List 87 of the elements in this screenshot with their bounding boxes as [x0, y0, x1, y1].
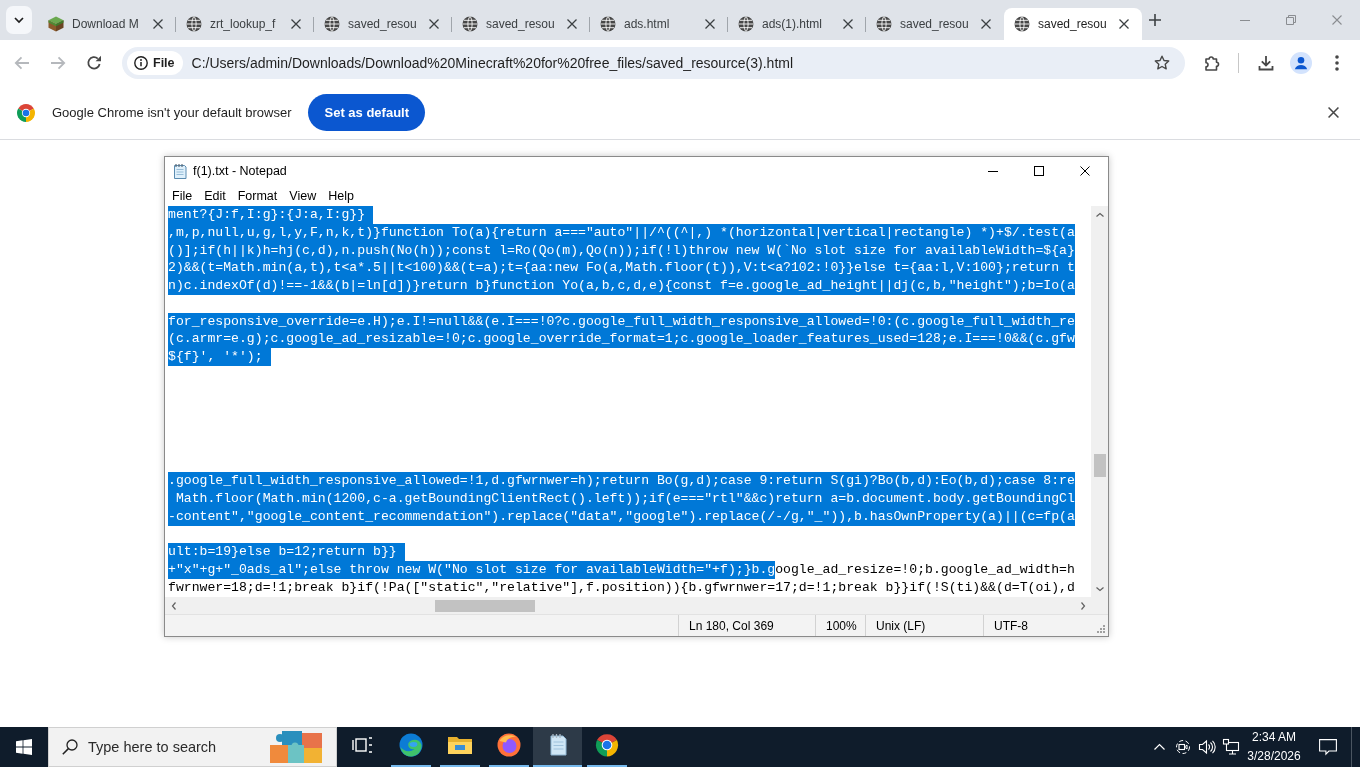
- clock-time[interactable]: 2:34 AM: [1252, 728, 1296, 747]
- close-icon[interactable]: [291, 19, 301, 29]
- globe-icon: [600, 16, 616, 32]
- status-text: Ln 180, Col 369: [689, 618, 774, 633]
- swirl-logo-icon: [398, 733, 423, 757]
- globe-icon: [1014, 16, 1030, 32]
- folder-icon: [447, 735, 472, 755]
- menu-item[interactable]: File: [166, 186, 199, 205]
- search-box[interactable]: Type here to search: [48, 727, 337, 767]
- browser-tab[interactable]: ads(1).html: [728, 8, 866, 40]
- fox-logo-icon: [496, 733, 521, 757]
- cube-icon: [48, 16, 64, 32]
- menu-item[interactable]: View: [283, 186, 323, 205]
- address-bar[interactable]: File C:/Users/admin/Downloads/Download%20Minecraft%20for%20free_files/saved_resource(3).html: [122, 47, 1185, 79]
- menu-item[interactable]: Edit: [198, 186, 232, 205]
- star-icon[interactable]: [1154, 55, 1170, 71]
- close-icon[interactable]: [1119, 19, 1129, 29]
- menu-item[interactable]: Help: [322, 186, 360, 205]
- browser-tab[interactable]: ads.html: [590, 8, 728, 40]
- vertical-scrollbar[interactable]: [1091, 206, 1108, 597]
- notebook-icon: [172, 163, 188, 179]
- search-icon: [62, 739, 78, 755]
- close-icon[interactable]: [1080, 166, 1090, 176]
- url-text: C:/Users/admin/Downloads/Download%20Minecraft%20for%20free_files/saved_resource(3).html: [191, 55, 795, 71]
- chevron-down-icon: [14, 17, 24, 23]
- tab-search-button[interactable]: [6, 6, 32, 34]
- scroll-thumb[interactable]: [1093, 454, 1106, 477]
- status-text: Unix (LF): [876, 618, 926, 633]
- globe-icon: [876, 16, 892, 32]
- caret-up-icon[interactable]: [1095, 212, 1104, 217]
- camera-icon[interactable]: [1176, 739, 1190, 755]
- set-default-button[interactable]: Set as default: [308, 94, 425, 131]
- code-line: ${f}', '*');: [168, 348, 271, 366]
- globe-icon: [738, 16, 754, 32]
- horizontal-scrollbar[interactable]: [165, 597, 1091, 614]
- notification-icon[interactable]: [1319, 739, 1337, 755]
- caret-left-icon[interactable]: [171, 601, 176, 610]
- site-info-button[interactable]: File: [127, 51, 183, 75]
- browser-tab[interactable]: zrt_lookup_f: [176, 8, 314, 40]
- window-title: f(1).txt - Notepad: [193, 164, 288, 178]
- menu-icon[interactable]: [1335, 55, 1339, 71]
- globe-icon: [186, 16, 202, 32]
- caret-down-icon[interactable]: [1095, 586, 1104, 591]
- close-icon[interactable]: [705, 19, 715, 29]
- plus-icon[interactable]: [1149, 14, 1161, 26]
- browser-tab[interactable]: saved_resou: [452, 8, 590, 40]
- code-line: ult:b=19}else b=12;return b}}: [168, 543, 405, 561]
- task-view-icon: [351, 736, 372, 754]
- info-icon: [134, 56, 148, 70]
- speaker-icon[interactable]: [1199, 740, 1215, 754]
- close-icon[interactable]: [567, 19, 577, 29]
- close-icon[interactable]: [843, 19, 853, 29]
- status-text: 100%: [826, 618, 857, 633]
- code-line: ment?{J:f,I:g}:{J:a,I:g}}: [168, 206, 374, 224]
- scroll-thumb[interactable]: [435, 599, 535, 612]
- browser-tab[interactable]: Download M: [38, 8, 176, 40]
- restore-icon[interactable]: [1286, 15, 1296, 25]
- browser-tab[interactable]: saved_resou: [1004, 8, 1142, 40]
- download-icon[interactable]: [1258, 55, 1274, 71]
- search-field[interactable]: Type here to search: [88, 737, 254, 757]
- close-icon[interactable]: [981, 19, 991, 29]
- close-icon[interactable]: [429, 19, 439, 29]
- info-message: Google Chrome isn't your default browser: [52, 105, 292, 120]
- clock-date[interactable]: 3/28/2026: [1247, 747, 1301, 766]
- four-panes-icon: [16, 739, 32, 755]
- status-text: UTF-8: [994, 618, 1028, 633]
- code-line: +"x"+g+"_0ads_al";else throw new W("No slot size for availableWidth="+f);}b.google_ad_resize=!0;b.google_ad_width=h: [168, 561, 1075, 579]
- maximize-icon[interactable]: [1034, 166, 1044, 176]
- resize-grip-icon[interactable]: [1097, 625, 1105, 633]
- browser-logo-icon: [17, 103, 35, 122]
- browser-tab[interactable]: saved_resou: [866, 8, 1004, 40]
- browser-logo-icon: [594, 733, 619, 757]
- reload-icon[interactable]: [86, 55, 102, 71]
- code-line: fwrnwer=18;d=!1;break b}if(!Pa(["static","relative"],f.position)){b.gfwrnwer=17;d=!1;break b}}if(!S(ti)&&(d=T(oi),d: [168, 578, 1075, 597]
- close-icon[interactable]: [1328, 107, 1339, 118]
- profile-icon[interactable]: [1290, 52, 1312, 74]
- menu-item[interactable]: Format: [231, 186, 284, 205]
- globe-icon: [324, 16, 340, 32]
- minimize-icon[interactable]: [988, 170, 998, 172]
- caret-right-icon[interactable]: [1080, 601, 1085, 610]
- browser-tab[interactable]: saved_resou: [314, 8, 452, 40]
- globe-icon: [462, 16, 478, 32]
- chevron-up-icon[interactable]: [1153, 744, 1165, 750]
- close-icon[interactable]: [153, 19, 163, 29]
- puzzle-icon[interactable]: [1204, 55, 1220, 71]
- taskbar-button[interactable]: [533, 727, 582, 767]
- network-icon[interactable]: [1223, 739, 1239, 755]
